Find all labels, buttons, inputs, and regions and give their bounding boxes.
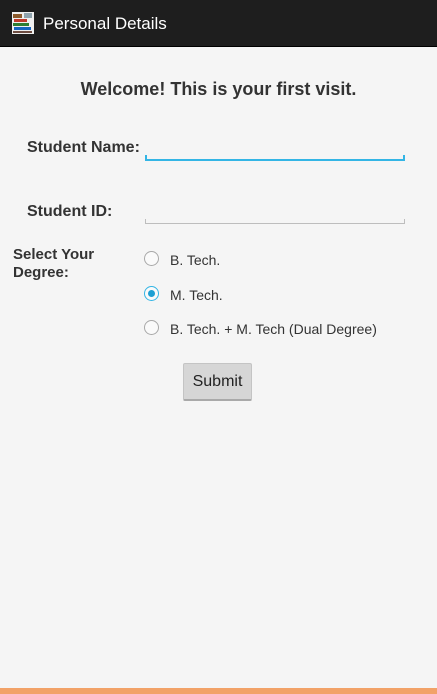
student-name-underline [145,155,405,161]
student-id-input[interactable] [145,197,405,223]
welcome-heading: Welcome! This is your first visit. [80,79,357,99]
radio-option-mtech[interactable]: M. Tech. [142,283,412,307]
student-name-label: Student Name: [27,139,140,156]
student-name-input[interactable] [145,134,405,160]
app-screen: Personal Details Welcome! This is your f… [0,0,437,694]
radio-option-dual-degree[interactable]: B. Tech. + M. Tech (Dual Degree) [142,317,412,341]
student-id-underline [145,219,405,224]
app-title: Personal Details [43,14,167,33]
radio-button-dual-degree[interactable] [144,320,159,335]
radio-option-btech[interactable]: B. Tech. [142,248,412,272]
radio-button-mtech[interactable] [144,286,159,301]
radio-label-mtech: M. Tech. [170,287,223,303]
books-icon [11,11,35,35]
radio-button-btech[interactable] [144,251,159,266]
bottom-accent-strip [0,688,437,694]
submit-button[interactable]: Submit [183,363,252,401]
radio-label-btech: B. Tech. [170,252,221,268]
radio-label-dual-degree: B. Tech. + M. Tech (Dual Degree) [170,321,377,337]
student-id-label: Student ID: [27,203,113,220]
radio-selected-dot [148,290,155,297]
degree-label: Select Your Degree: [13,246,95,281]
action-bar: Personal Details [0,0,437,47]
